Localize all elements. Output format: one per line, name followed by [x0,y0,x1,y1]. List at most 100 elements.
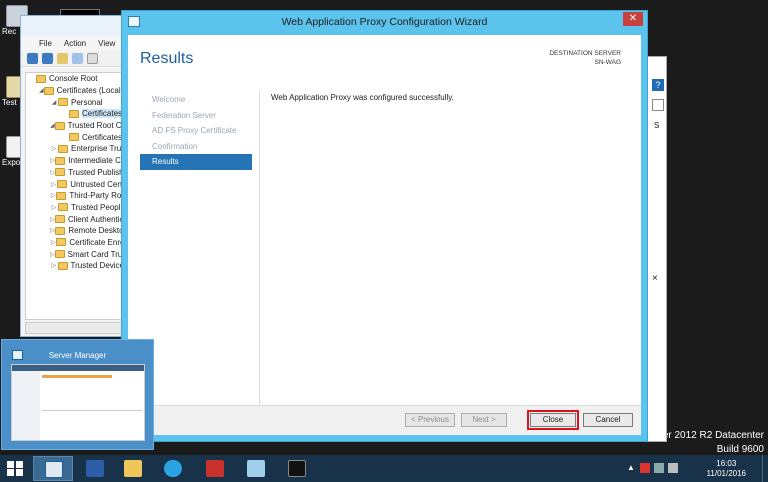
start-logo-part [15,461,23,468]
column-letter: S [654,121,660,130]
action-center-flag-icon[interactable] [640,463,650,473]
clock[interactable]: 16:03 11/01/2016 [707,459,746,479]
menu-file[interactable]: File [39,39,52,48]
desktop-icon-label: Expo [2,158,21,167]
internet-explorer-icon [164,460,182,477]
tree-item[interactable]: ▷ Trusted Publishe [26,167,128,179]
menu-action[interactable]: Action [64,39,86,48]
tree-item[interactable]: ◢ Personal [26,96,128,108]
console-toolbar [21,51,129,67]
tree-item[interactable]: ◢ Trusted Root Cer [26,120,128,132]
start-logo-part [15,469,23,476]
taskbar-powershell[interactable] [75,456,115,481]
collapsed-chevron-icon[interactable]: ▷ [50,181,57,188]
close-icon[interactable]: × [652,273,658,284]
nav-step-federation-server[interactable]: Federation Server [140,108,252,124]
tree-item[interactable]: ▷ Untrusted Certifi [26,178,128,190]
tree-item[interactable]: ▷ Enterprise Trust [26,143,128,155]
tree-item[interactable]: ▷ Intermediate Cer [26,155,128,167]
properties-icon[interactable] [87,53,98,64]
system-tray: ▲ [626,463,678,473]
expanded-chevron-icon[interactable]: ◢ [50,99,58,106]
tree-item[interactable]: ▷ Third-Party Root [26,190,128,202]
folder-icon [58,203,68,212]
menu-view[interactable]: View [98,39,115,48]
taskbar-toolbox[interactable] [195,456,235,481]
collapsed-chevron-icon[interactable]: ▷ [50,251,55,258]
tree-item[interactable]: ▷ Trusted People [26,202,128,214]
start-logo-part [7,469,14,476]
previous-button[interactable]: < Previous [405,413,455,427]
server-manager-thumbnail[interactable]: Server Manager [1,339,154,450]
destination-server-name: SN-WAG [594,59,621,66]
tree-item-label: Trusted Publishe [68,167,128,177]
folder-icon [43,86,54,95]
start-button[interactable] [7,461,23,476]
folder-icon [124,460,142,477]
tree-item[interactable]: ▷ Certificate Enroll [26,237,128,249]
tree-item[interactable]: Certificates [26,131,128,143]
folder-icon [55,168,66,177]
taskbar-file-explorer[interactable] [113,456,153,481]
back-arrow-icon[interactable] [27,53,38,64]
tree-item[interactable]: Console Root [26,73,128,85]
folder-icon [69,133,79,142]
folder-icon [56,238,67,247]
destination-label: DESTINATION SERVER [549,50,621,57]
wizard-footer: < Previous Next > Close Cancel [128,405,641,435]
clock-time: 16:03 [716,459,737,468]
nav-step-results[interactable]: Results [140,154,252,170]
tree-item[interactable]: ◢ Certificates (Local Co [26,85,128,97]
window-close-button[interactable]: ✕ [623,12,643,26]
taskbar: ▲ 16:03 11/01/2016 [0,455,768,482]
checkbox[interactable] [652,99,664,111]
show-tree-icon[interactable] [72,53,83,64]
nav-step-welcome[interactable]: Welcome [140,92,252,108]
taskbar-internet-explorer[interactable] [153,456,193,481]
tree-item[interactable]: ▷ Remote Desktop [26,225,128,237]
volume-icon[interactable] [668,463,678,473]
tree-item-label: Client Authentica [67,214,128,224]
help-icon[interactable]: ? [652,79,664,91]
show-hidden-icons-chevron-up-icon[interactable]: ▲ [626,463,636,473]
nav-step-ad-fs-proxy-certificate[interactable]: AD FS Proxy Certificate [140,123,252,139]
page-title: Results [140,50,194,67]
notepad-icon [247,460,265,477]
taskbar-command-prompt[interactable] [277,456,317,481]
collapsed-chevron-icon[interactable]: ▷ [50,262,58,269]
tree-item-label: Enterprise Trust [71,144,128,154]
certificates-console-window[interactable]: File Action View Console Root ◢ Certificat… [20,15,130,337]
tree-item-label: Certificates [82,132,123,142]
wizard-titlebar[interactable]: Web Application Proxy Configuration Wiza… [122,11,647,33]
tree-item[interactable]: ▷ Trusted Devices [26,260,128,272]
collapsed-chevron-icon[interactable]: ▷ [50,145,58,152]
taskbar-notepad[interactable] [236,456,276,481]
expanded-chevron-icon[interactable]: ◢ [50,122,55,129]
console-tree[interactable]: Console Root ◢ Certificates (Local Co ◢ Pers… [25,72,129,320]
up-folder-icon[interactable] [57,53,68,64]
cancel-button[interactable]: Cancel [583,413,633,427]
tree-item[interactable]: ▷ Smart Card Trust [26,248,128,260]
tree-horizontal-scrollbar[interactable] [25,322,129,334]
next-button[interactable]: Next > [461,413,507,427]
forward-arrow-icon[interactable] [42,53,53,64]
collapsed-chevron-icon[interactable]: ▷ [50,204,58,211]
tree-item-label: Personal [71,97,103,107]
tree-item-label: Trusted Root Cer [67,121,129,131]
show-desktop-button[interactable] [762,455,768,482]
tree-item-label: Certificates [82,109,123,119]
tree-item[interactable]: ▷ Client Authentica [26,213,128,225]
folder-icon [57,261,68,270]
windows-version-info: ver 2012 R2 Datacenter Build 9600 [658,429,764,457]
tree-item[interactable]: Certificates [26,108,128,120]
background-window-partial[interactable]: ? S × [645,56,667,442]
network-icon[interactable] [654,463,664,473]
taskbar-server-manager[interactable] [33,456,73,481]
expanded-chevron-icon[interactable]: ◢ [39,87,44,94]
close-button[interactable]: Close [530,413,576,427]
console-titlebar[interactable] [21,16,129,36]
nav-step-confirmation[interactable]: Confirmation [140,139,252,155]
wap-configuration-wizard[interactable]: Web Application Proxy Configuration Wiza… [121,10,648,442]
wizard-body: Results DESTINATION SERVER SN-WAG Welcom… [128,35,641,435]
folder-icon [69,109,79,118]
